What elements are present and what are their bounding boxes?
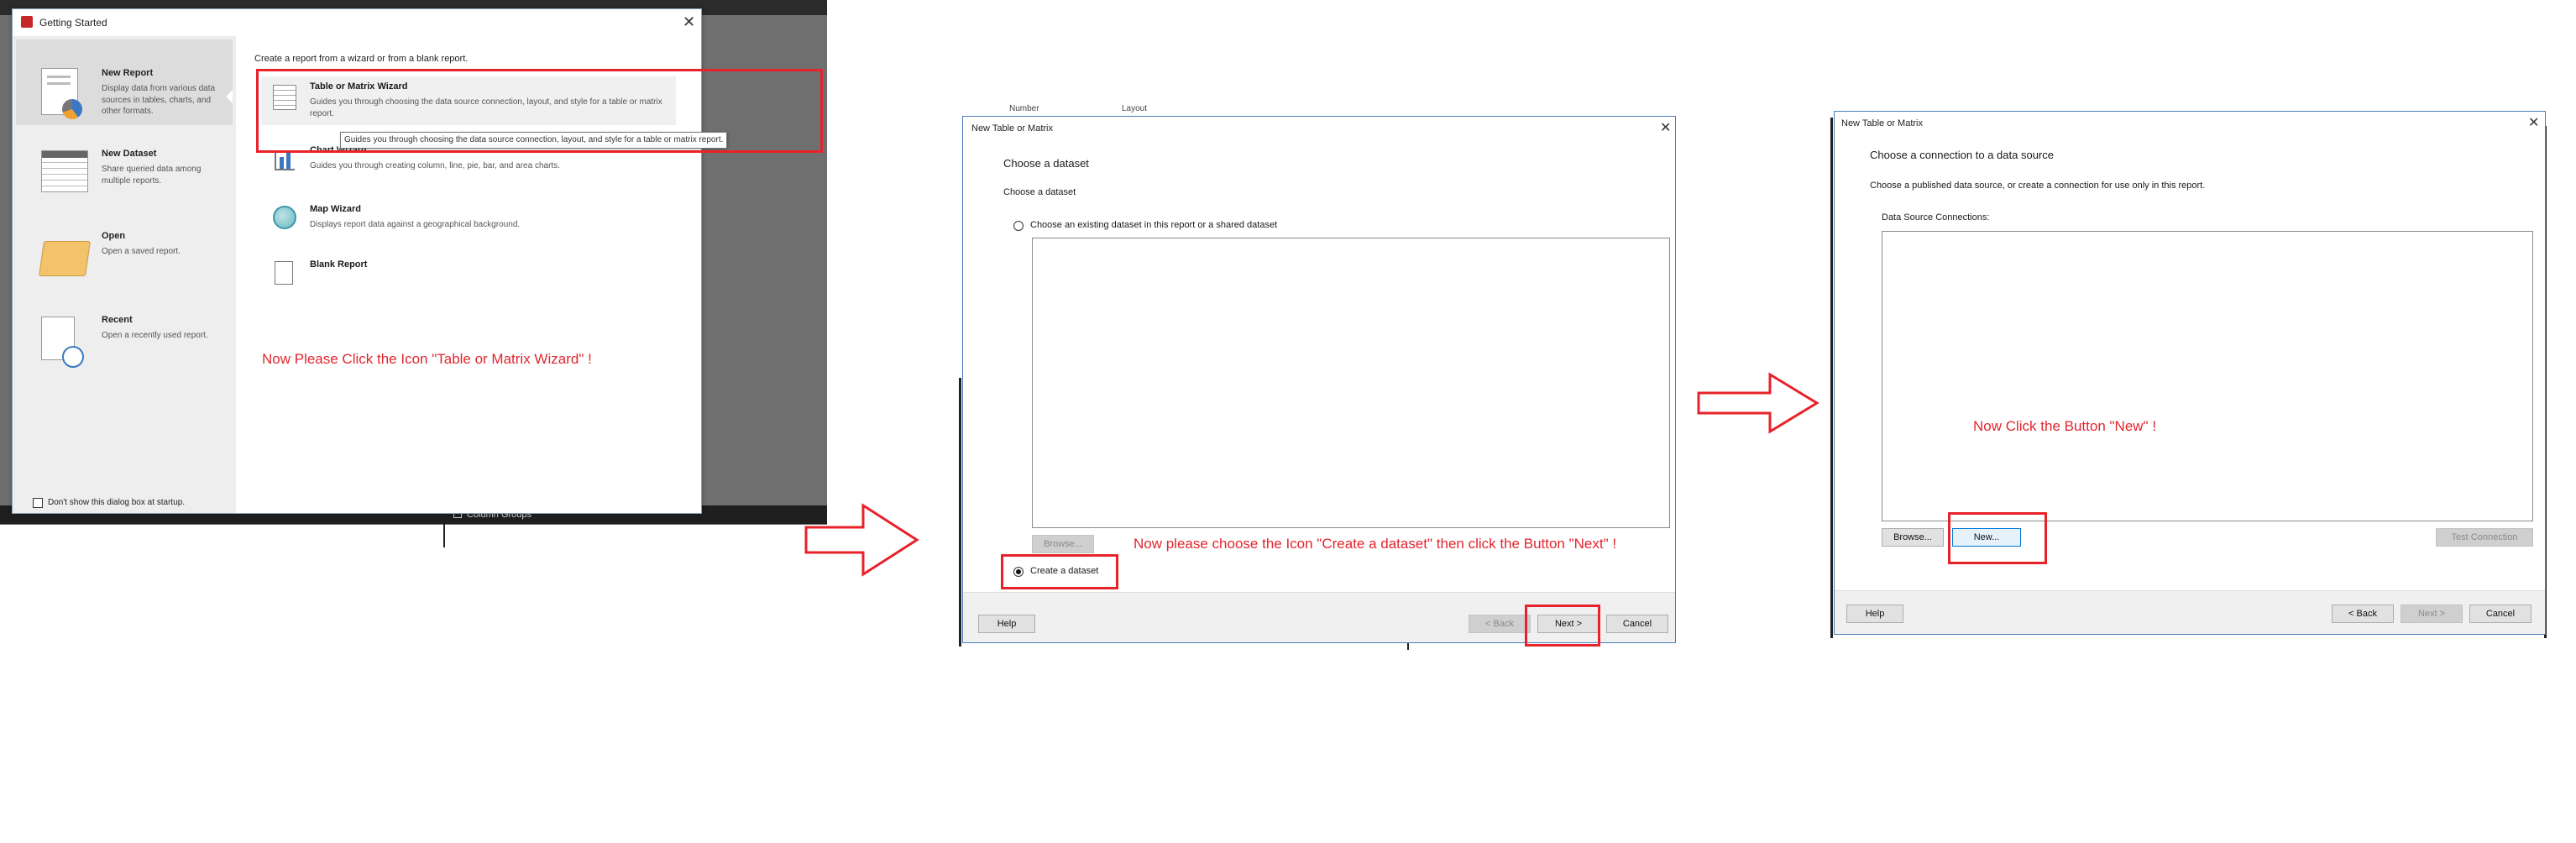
connection-dialog: New Table or Matrix ✕ Choose a connectio…	[1834, 111, 2546, 635]
connections-list[interactable]	[1882, 231, 2533, 521]
highlight-next-button	[1525, 605, 1600, 647]
bg-tab-layout: Layout	[1122, 104, 1148, 113]
dataset-list[interactable]	[1032, 238, 1670, 528]
folder-icon	[39, 241, 91, 276]
help-button[interactable]: Help	[978, 615, 1035, 633]
highlight-table-wizard	[256, 69, 823, 153]
connections-label: Data Source Connections:	[1882, 212, 1990, 223]
sidebar-item-title: New Report	[102, 68, 154, 78]
annotation-panel3: Now Click the Button "New" !	[1973, 418, 2157, 434]
highlight-create-dataset	[1001, 554, 1118, 589]
globe-icon	[273, 206, 296, 229]
close-icon[interactable]: ✕	[2528, 117, 2539, 130]
wizard-desc: Guides you through creating column, line…	[310, 161, 560, 170]
back-button[interactable]: < Back	[1469, 615, 1531, 633]
bg-left-border	[959, 378, 961, 647]
sidebar-item-desc: Share queried data among multiple report…	[102, 165, 202, 186]
sidebar: New Report Display data from various dat…	[13, 36, 236, 513]
radio-existing-dataset[interactable]	[1013, 221, 1024, 231]
page-heading: Choose a dataset	[1003, 157, 1089, 170]
browse-button[interactable]: Browse...	[1032, 535, 1094, 553]
sidebar-item-recent[interactable]: Recent Open a recently used report.	[16, 296, 233, 377]
selection-arrow-icon	[226, 90, 233, 103]
sidebar-item-new-dataset[interactable]: New Dataset Share queried data among mul…	[16, 128, 233, 209]
section-label: Choose a dataset	[1003, 187, 1076, 197]
sidebar-item-title: New Dataset	[102, 149, 157, 159]
sidebar-item-desc: Display data from various data sources i…	[102, 84, 216, 116]
chart-wizard-icon	[275, 150, 295, 170]
app-icon	[21, 16, 33, 28]
page-heading: Choose a connection to a data source	[1870, 149, 2054, 161]
bg-tab-strip: Number Layout	[1004, 102, 1181, 116]
annotation-panel2: Now please choose the Icon "Create a dat…	[1134, 536, 1617, 552]
intro-text: Create a report from a wizard or from a …	[254, 54, 469, 64]
test-connection-button[interactable]: Test Connection	[2436, 528, 2533, 547]
wizard-map[interactable]: Map Wizard Displays report data against …	[261, 201, 676, 243]
radio-existing-label: Choose an existing dataset in this repor…	[1030, 220, 1278, 230]
sidebar-item-title: Recent	[102, 315, 133, 325]
browse-button[interactable]: Browse...	[1882, 528, 1944, 547]
back-button[interactable]: < Back	[2332, 605, 2394, 623]
recent-report-icon	[41, 317, 84, 368]
page-subheading: Choose a published data source, or creat…	[1870, 181, 2206, 191]
bg-left-border	[1830, 118, 1833, 638]
dont-show-label: Don't show this dialog box at startup.	[48, 498, 186, 507]
sidebar-item-desc: Open a saved report.	[102, 247, 181, 256]
cancel-button[interactable]: Cancel	[1606, 615, 1668, 633]
wizard-title: Blank Report	[310, 259, 368, 270]
dialog-title: New Table or Matrix	[1841, 118, 1923, 128]
footer: Help < Back Next > Cancel	[1835, 590, 2545, 634]
wizard-title: Map Wizard	[310, 204, 362, 214]
background-vertical-line	[443, 524, 445, 547]
arrow-right-icon	[804, 503, 919, 577]
close-icon[interactable]: ✕	[1660, 122, 1671, 135]
sidebar-item-new-report[interactable]: New Report Display data from various dat…	[16, 39, 233, 125]
wizard-desc: Displays report data against a geographi…	[310, 220, 521, 229]
dont-show-checkbox[interactable]	[33, 498, 43, 508]
sidebar-item-title: Open	[102, 231, 126, 241]
dialog-title: New Table or Matrix	[971, 123, 1053, 134]
highlight-new-button	[1948, 512, 2047, 564]
dialog-title: Getting Started	[39, 17, 107, 29]
title-bar: Getting Started ✕	[13, 9, 701, 36]
annotation-panel1: Now Please Click the Icon "Table or Matr…	[262, 351, 592, 367]
sidebar-item-desc: Open a recently used report.	[102, 331, 208, 340]
blank-page-icon	[275, 261, 293, 285]
cancel-button[interactable]: Cancel	[2469, 605, 2531, 623]
arrow-right-icon	[1697, 372, 1819, 434]
next-button[interactable]: Next >	[2401, 605, 2463, 623]
sidebar-item-open[interactable]: Open Open a saved report.	[16, 212, 233, 293]
help-button[interactable]: Help	[1846, 605, 1903, 623]
close-icon[interactable]: ✕	[683, 14, 695, 29]
report-icon	[41, 68, 82, 119]
wizard-blank[interactable]: Blank Report	[261, 256, 676, 293]
bg-tab-number: Number	[1009, 104, 1039, 113]
dataset-icon	[41, 150, 88, 192]
